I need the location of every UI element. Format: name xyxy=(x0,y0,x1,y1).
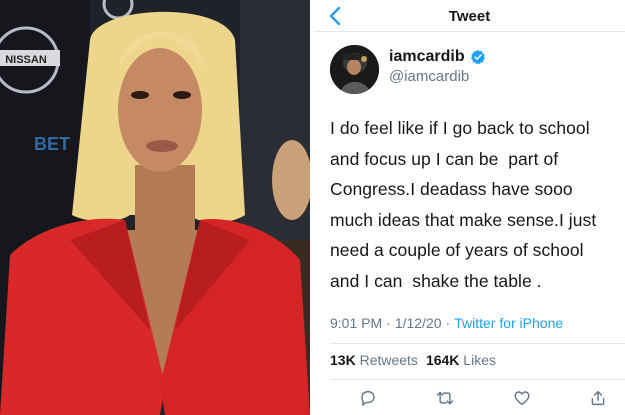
author-handle: @iamcardib xyxy=(389,68,470,85)
tweet-line: Congress.I deadass have sooo xyxy=(330,179,573,199)
action-bar xyxy=(314,386,625,410)
retweet-button[interactable] xyxy=(433,386,457,410)
meta-separator: · xyxy=(445,315,451,331)
tweet-panel: Tweet iamcardib @iamcardib I do feel lik… xyxy=(314,0,625,415)
retweets-stat[interactable]: 13K Retweets xyxy=(330,352,418,368)
likes-count: 164K xyxy=(425,352,460,368)
tweet-line: I do feel like if I go back to school xyxy=(330,118,590,138)
tweet-date[interactable]: 1/12/20 xyxy=(395,315,442,331)
verified-badge-icon xyxy=(470,50,485,65)
author-name[interactable]: iamcardib xyxy=(389,48,486,66)
photo-panel: NISSAN BET xyxy=(0,0,310,415)
backdrop-logo-text: BET xyxy=(34,134,70,154)
like-icon[interactable] xyxy=(513,389,531,407)
display-name-text: iamcardib xyxy=(389,48,465,65)
top-bar: Tweet xyxy=(314,0,625,32)
retweet-icon[interactable] xyxy=(435,389,455,407)
reply-icon[interactable] xyxy=(359,389,377,407)
avatar[interactable] xyxy=(330,45,379,94)
meta-separator: · xyxy=(386,315,391,331)
tweet-meta: 9:01 PM · 1/12/20 · Twitter for iPhone xyxy=(330,315,563,331)
tweet-stats: 13K Retweets 164K Likes xyxy=(330,352,496,368)
portrait-photo: NISSAN BET xyxy=(0,0,310,415)
sponsor-logo-text: NISSAN xyxy=(5,54,47,66)
tweet-time[interactable]: 9:01 PM xyxy=(330,315,382,331)
like-button[interactable] xyxy=(510,386,534,410)
reply-button[interactable] xyxy=(356,386,380,410)
tweet-line: need a couple of years of school xyxy=(330,240,584,260)
tweet-source-link[interactable]: Twitter for iPhone xyxy=(454,315,563,331)
avatar-image xyxy=(330,45,379,94)
retweets-label: Retweets xyxy=(359,352,418,368)
divider xyxy=(330,343,625,344)
tweet-line: and I can shake the table . xyxy=(330,270,542,291)
divider xyxy=(330,379,625,380)
page-title: Tweet xyxy=(448,8,491,25)
likes-label: Likes xyxy=(463,352,496,368)
tweet-line: and focus up I can be part of xyxy=(330,148,559,169)
retweets-count: 13K xyxy=(330,352,356,368)
share-button[interactable] xyxy=(586,386,610,410)
share-icon[interactable] xyxy=(589,389,607,407)
tweet-text: I do feel like if I go back to school an… xyxy=(330,113,622,296)
tweet-line: much ideas that make sense.I just xyxy=(330,209,597,230)
likes-stat[interactable]: 164K Likes xyxy=(426,352,496,368)
